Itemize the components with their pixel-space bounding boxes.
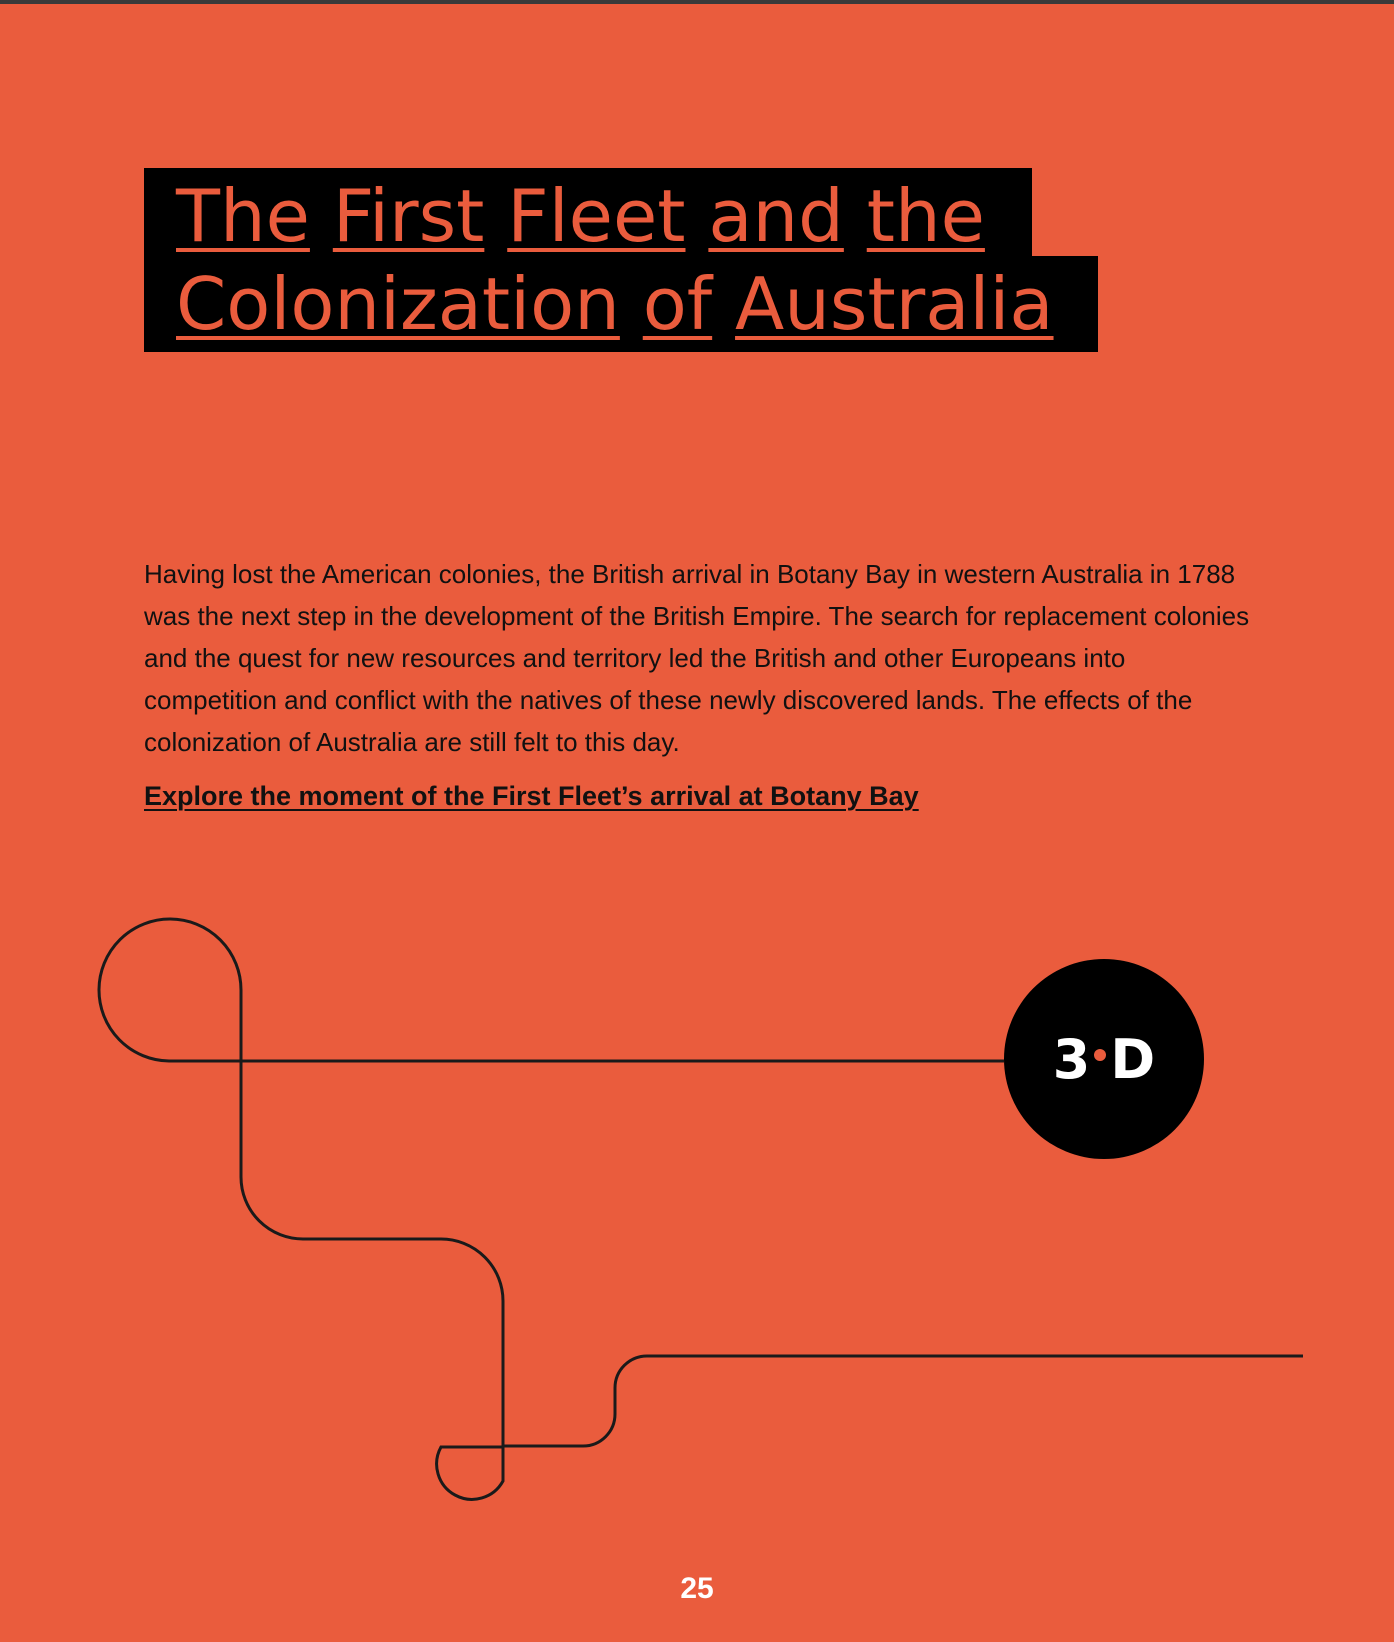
page-number: 25 xyxy=(680,1572,714,1605)
route-line-illustration xyxy=(97,917,1303,1501)
badge-d: D xyxy=(1110,1027,1156,1091)
badge-three: 3 xyxy=(1052,1027,1091,1091)
badge-dot-icon xyxy=(1094,1049,1107,1061)
3d-badge[interactable]: 3D xyxy=(1004,959,1204,1159)
